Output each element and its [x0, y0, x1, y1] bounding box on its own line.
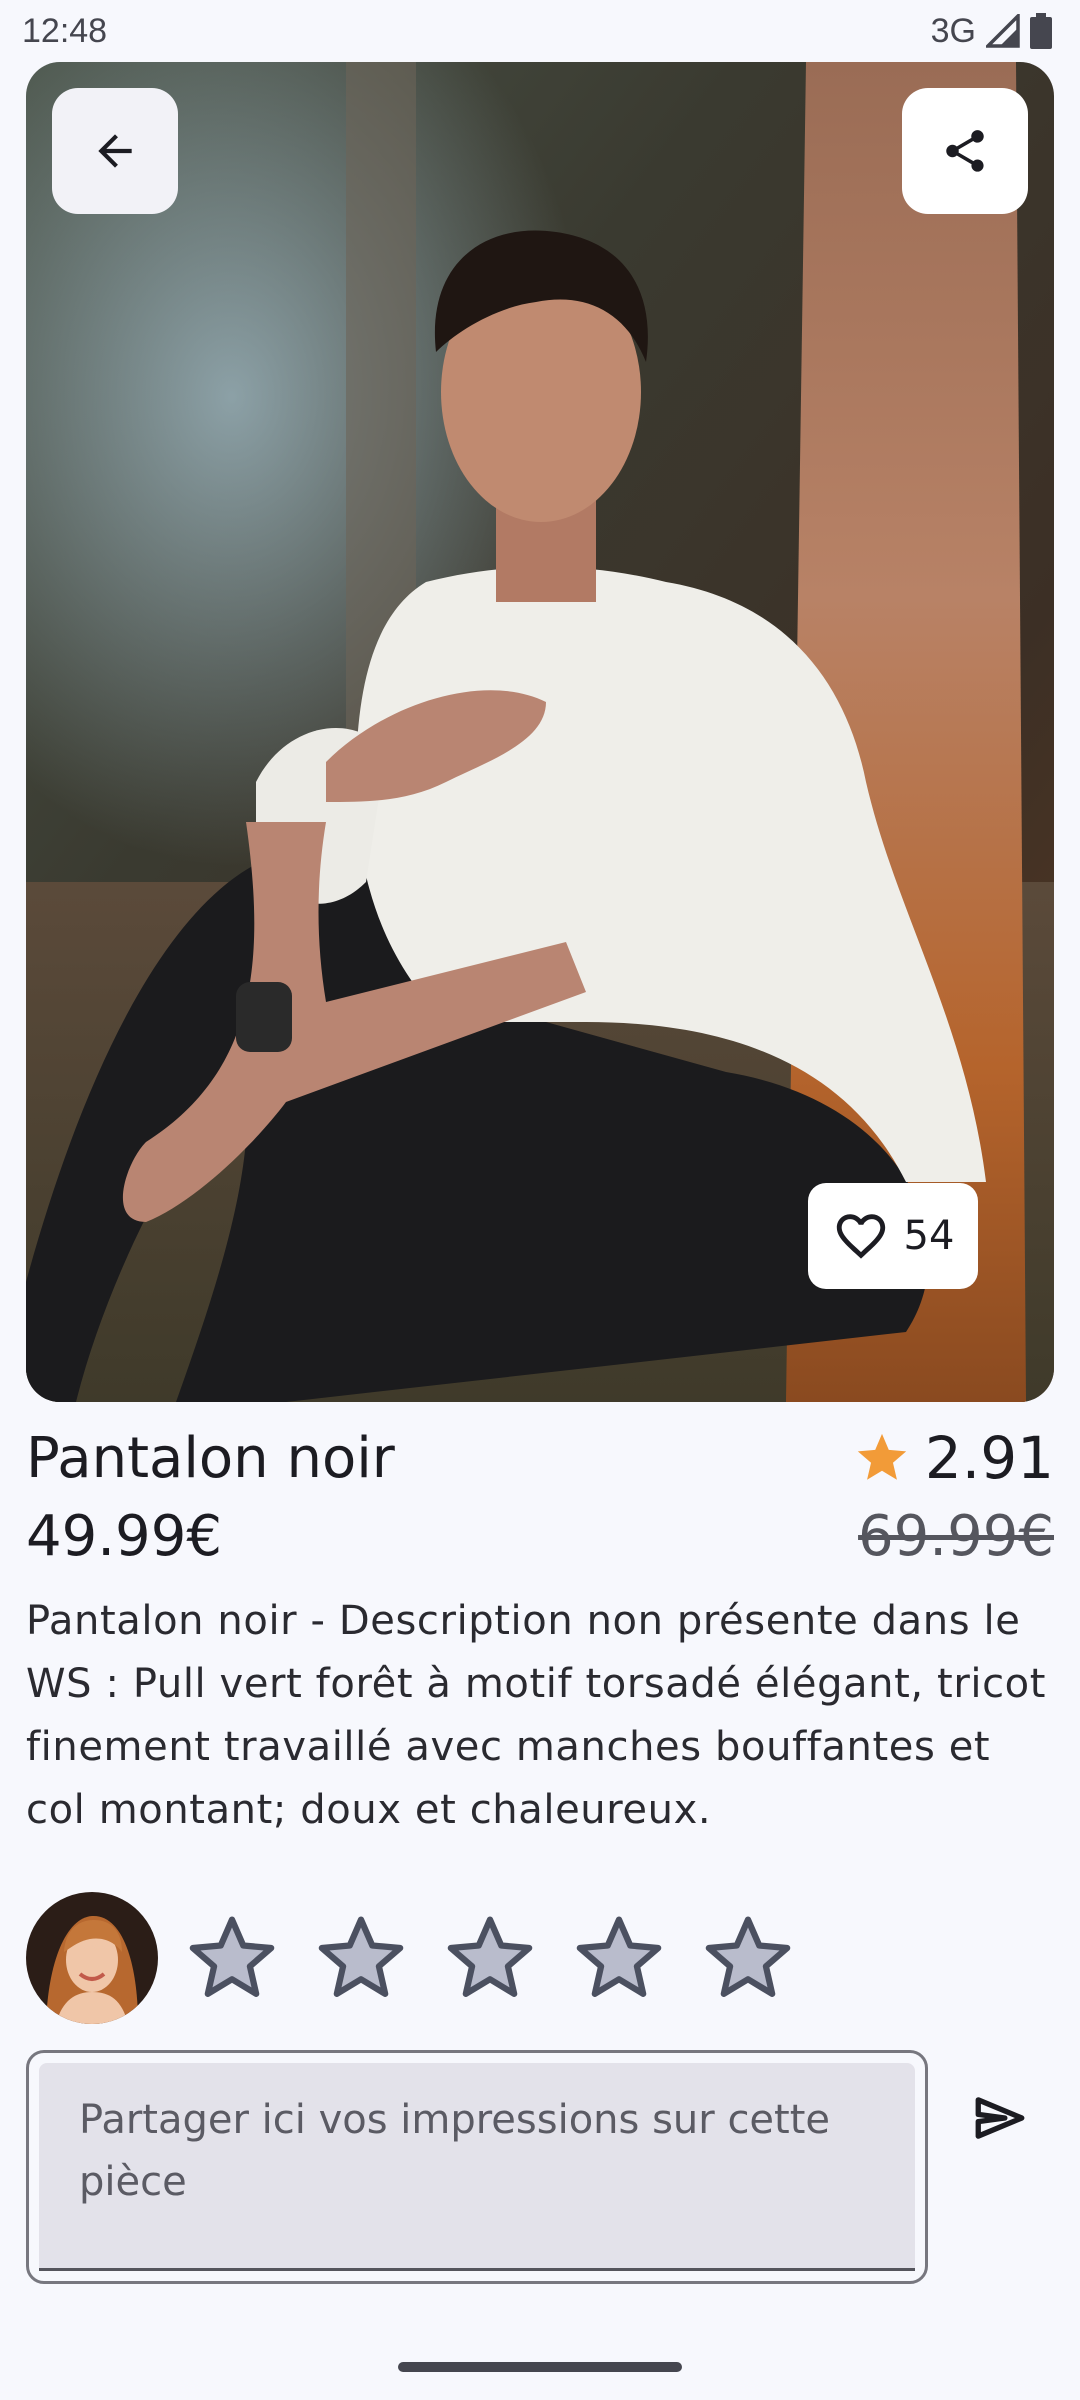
- review-row: [26, 1892, 1054, 2024]
- product-price: 49.99€: [26, 1503, 222, 1569]
- send-icon: [975, 2097, 1025, 2139]
- product-description: Pantalon noir - Description non présente…: [26, 1598, 1047, 1833]
- rate-star-1[interactable]: [182, 1908, 282, 2008]
- rating-value: 2.91: [924, 1424, 1054, 1492]
- like-count: 54: [903, 1213, 955, 1259]
- star-icon: [857, 1433, 907, 1480]
- arrow-left-icon: [98, 134, 132, 168]
- price-row: 49.99€ 69.99€: [26, 1498, 1054, 1574]
- rate-star-4[interactable]: [569, 1908, 669, 2008]
- product-rating: 2.91: [853, 1424, 1054, 1492]
- rate-star-5[interactable]: [698, 1908, 798, 2008]
- share-icon: [946, 130, 984, 172]
- old-price: 69.99€: [858, 1503, 1054, 1569]
- star-outline-icon: [447, 1916, 533, 1997]
- star-outline-icon: [576, 1916, 662, 1997]
- network-type: 3G: [930, 11, 976, 50]
- send-button[interactable]: [950, 2068, 1050, 2168]
- star-outline-icon: [318, 1916, 404, 1997]
- star-outline-icon: [705, 1916, 791, 1997]
- home-indicator[interactable]: [398, 2362, 682, 2372]
- rate-star-2[interactable]: [311, 1908, 411, 2008]
- comment-placeholder: Partager ici vos impressions sur cette p…: [39, 2063, 915, 2271]
- avatar: [26, 1892, 158, 2024]
- share-button[interactable]: [902, 88, 1028, 214]
- title-row: Pantalon noir 2.91: [26, 1420, 1054, 1496]
- product-name: Pantalon noir: [26, 1425, 395, 1491]
- avatar-image: [26, 1892, 158, 2024]
- status-bar: 12:48 3G: [0, 0, 1080, 62]
- signal-icon: [986, 14, 1020, 48]
- rate-star-3[interactable]: [440, 1908, 540, 2008]
- comment-field[interactable]: Partager ici vos impressions sur cette p…: [26, 2050, 928, 2284]
- rating-stars: [182, 1908, 798, 2008]
- back-button[interactable]: [52, 88, 178, 214]
- heart-outline-icon: [836, 1214, 885, 1259]
- status-time: 12:48: [22, 11, 108, 50]
- status-icons: 3G: [931, 12, 1052, 51]
- like-button[interactable]: 54: [808, 1183, 978, 1289]
- battery-icon: [1030, 13, 1052, 49]
- star-outline-icon: [189, 1916, 275, 1997]
